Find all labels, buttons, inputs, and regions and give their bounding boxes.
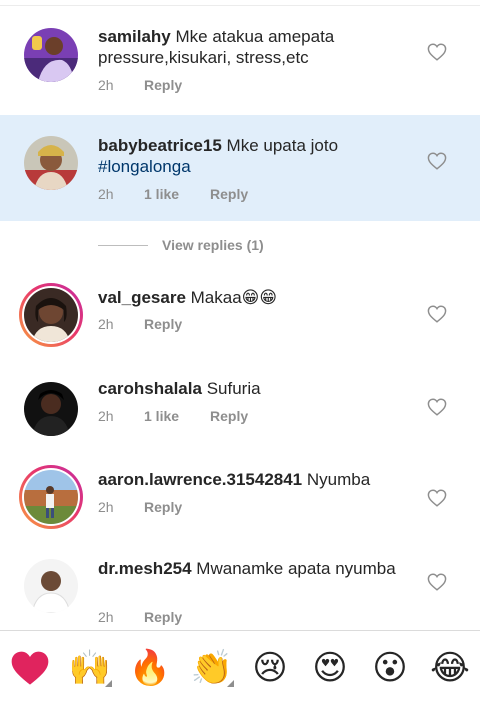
comment-item: samilahy Mke atakua amepata pressure,kis… <box>0 6 480 115</box>
fire-icon: 🔥 <box>128 648 172 688</box>
comment-meta: 2h Reply <box>98 499 182 515</box>
fire-emoji-button[interactable]: 🔥 <box>128 647 172 689</box>
heart-eyes-emoji-button[interactable]: 😍 <box>308 647 352 689</box>
like-heart-icon[interactable] <box>427 573 447 591</box>
comment-text: Nyumba <box>306 470 371 489</box>
comment-text: Makaa😁😁 <box>190 288 278 307</box>
comment-time: 2h <box>98 499 114 515</box>
like-heart-icon[interactable] <box>427 489 447 507</box>
user-photo-icon <box>24 288 78 342</box>
comment-meta: 2h 1 like Reply <box>98 186 248 202</box>
comment-username[interactable]: val_gesare <box>98 288 186 307</box>
like-heart-icon[interactable] <box>427 305 447 323</box>
emoji-variants-indicator <box>227 680 234 687</box>
comment-item: val_gesare Makaa😁😁 2h Reply <box>0 265 480 361</box>
red-heart-emoji-button[interactable] <box>8 647 52 689</box>
reply-button[interactable]: Reply <box>144 77 182 93</box>
avatar[interactable] <box>24 28 78 82</box>
emoji-quick-bar: 🙌 🔥 👏 😢 😍 😮 😂 <box>0 630 480 704</box>
comment-text: Mwanamke apata nyumba <box>196 559 396 578</box>
comment-username[interactable]: carohshalala <box>98 379 202 398</box>
tears-of-joy-emoji-button[interactable]: 😂 <box>428 647 472 689</box>
user-photo-icon <box>24 470 78 524</box>
reply-button[interactable]: Reply <box>144 316 182 332</box>
reply-button[interactable]: Reply <box>144 609 182 625</box>
comment-meta: 2h Reply <box>98 77 182 93</box>
reply-button[interactable]: Reply <box>210 186 248 202</box>
reply-button[interactable]: Reply <box>210 408 248 424</box>
comment-username[interactable]: samilahy <box>98 27 171 46</box>
heart-eyes-icon: 😍 <box>312 648 348 688</box>
comment-item-highlighted: babybeatrice15 Mke upata joto #longalong… <box>0 115 480 221</box>
raising-hands-emoji-button[interactable]: 🙌 <box>68 647 112 689</box>
user-photo-icon <box>24 559 78 613</box>
comment-time: 2h <box>98 77 114 93</box>
comment-body: val_gesare Makaa😁😁 <box>98 287 418 308</box>
user-photo-icon <box>24 136 78 190</box>
view-replies-label[interactable]: View replies (1) <box>162 237 264 253</box>
comment-time: 2h <box>98 609 114 625</box>
view-replies-button[interactable]: View replies (1) <box>98 235 398 255</box>
red-heart-icon <box>11 651 49 685</box>
comment-item: aaron.lawrence.31542841 Nyumba 2h Reply <box>0 457 480 551</box>
avatar[interactable] <box>24 136 78 190</box>
avatar[interactable] <box>24 382 78 436</box>
like-heart-icon[interactable] <box>427 43 447 61</box>
view-replies-divider <box>98 244 148 246</box>
comment-username[interactable]: aaron.lawrence.31542841 <box>98 470 302 489</box>
avatar-story-ring[interactable] <box>19 465 83 529</box>
comments-list[interactable]: samilahy Mke atakua amepata pressure,kis… <box>0 6 480 630</box>
crying-face-icon: 😢 <box>252 648 288 688</box>
comment-meta: 2h Reply <box>98 609 182 625</box>
tears-of-joy-icon: 😂 <box>430 648 470 688</box>
avatar-story-ring[interactable] <box>19 283 83 347</box>
user-photo-icon <box>24 382 78 436</box>
view-replies-row: View replies (1) <box>0 221 480 265</box>
like-heart-icon[interactable] <box>427 152 447 170</box>
comment-body: samilahy Mke atakua amepata pressure,kis… <box>98 26 418 68</box>
comment-time: 2h <box>98 316 114 332</box>
comment-time: 2h <box>98 408 114 424</box>
comment-meta: 2h Reply <box>98 316 182 332</box>
comment-text: Mke upata joto <box>226 136 339 155</box>
comment-body: dr.mesh254 Mwanamke apata nyumba <box>98 558 418 579</box>
astonished-face-icon: 😮 <box>372 648 408 688</box>
astonished-face-emoji-button[interactable]: 😮 <box>368 647 412 689</box>
comment-meta: 2h 1 like Reply <box>98 408 248 424</box>
user-photo-icon <box>24 28 78 82</box>
comment-item: carohshalala Sufuria 2h 1 like Reply <box>0 361 480 457</box>
hashtag-link[interactable]: #longalonga <box>98 157 191 176</box>
like-heart-icon[interactable] <box>427 398 447 416</box>
comment-time: 2h <box>98 186 114 202</box>
avatar[interactable] <box>24 559 78 613</box>
comment-username[interactable]: dr.mesh254 <box>98 559 192 578</box>
clapping-hands-emoji-button[interactable]: 👏 <box>190 647 234 689</box>
comment-body: babybeatrice15 Mke upata joto #longalong… <box>98 135 418 177</box>
comment-body: aaron.lawrence.31542841 Nyumba <box>98 469 418 490</box>
comment-username[interactable]: babybeatrice15 <box>98 136 222 155</box>
emoji-variants-indicator <box>105 680 112 687</box>
comment-body: carohshalala Sufuria <box>98 378 418 399</box>
comment-text: Sufuria <box>206 379 261 398</box>
comment-item: dr.mesh254 Mwanamke apata nyumba 2h Repl… <box>0 551 480 630</box>
reply-button[interactable]: Reply <box>144 499 182 515</box>
crying-face-emoji-button[interactable]: 😢 <box>248 647 292 689</box>
likes-count[interactable]: 1 like <box>144 186 210 202</box>
likes-count[interactable]: 1 like <box>144 408 210 424</box>
